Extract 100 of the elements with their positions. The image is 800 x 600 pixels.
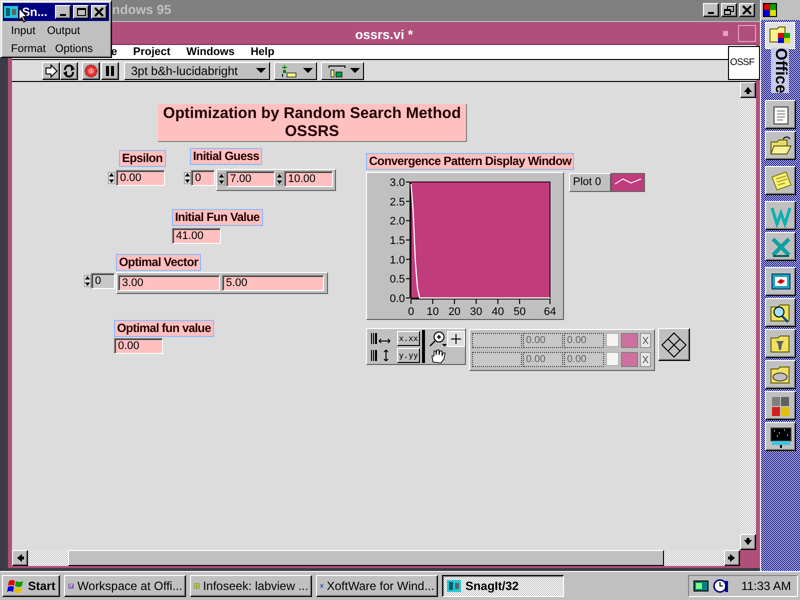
numeric-field[interactable]: 7.00 <box>226 171 275 187</box>
tick-label: 0 <box>408 306 414 318</box>
index-field[interactable]: 0 <box>191 170 215 186</box>
scroll-right-button[interactable] <box>724 550 740 566</box>
legend-label: Plot 0 <box>569 173 611 192</box>
minimize-icon <box>708 12 714 14</box>
cursor-move-button[interactable] <box>658 328 690 361</box>
folder-disk-button[interactable] <box>765 360 796 389</box>
index-field[interactable]: 0 <box>91 273 115 289</box>
sticky-note-icon <box>768 168 792 192</box>
tick-label: 40 <box>492 306 504 318</box>
menu-item[interactable]: Options <box>55 43 93 55</box>
control-label: Epsilon <box>119 150 166 167</box>
x-format-button[interactable]: x.xx <box>397 331 420 346</box>
clock-icon[interactable] <box>713 578 730 594</box>
close-icon <box>93 7 105 17</box>
menu-item[interactable]: Help <box>250 46 274 58</box>
minimize-button[interactable] <box>55 5 71 19</box>
run-continuously-button[interactable] <box>60 62 78 80</box>
menu-item[interactable]: Input <box>11 25 36 37</box>
zoom-button[interactable] <box>428 331 448 347</box>
app-icon <box>446 578 462 594</box>
abort-button[interactable] <box>82 62 100 80</box>
legend-swatch <box>611 173 645 192</box>
caret-icon <box>303 68 313 73</box>
tick-label: 2.0 <box>390 216 405 228</box>
monitor-icon[interactable] <box>693 578 710 594</box>
tick-label: 1.5 <box>390 235 405 247</box>
folder-icon <box>769 24 791 44</box>
taskbar-button[interactable]: Infoseek: labview ... <box>190 575 312 597</box>
cursor-x-field: 0.00 <box>523 333 563 348</box>
open-folder-button[interactable] <box>765 131 796 160</box>
tab[interactable]: OSSF <box>728 46 760 80</box>
arrow-icon <box>16 554 24 562</box>
search-folder-button[interactable] <box>765 298 796 327</box>
cursor-name-field[interactable] <box>472 333 522 348</box>
window-title: ndows 95 <box>112 2 172 17</box>
dos-button[interactable] <box>765 391 796 420</box>
open-folder-icon <box>768 134 792 158</box>
distribute-dropdown[interactable] <box>321 62 364 80</box>
taskbar-button[interactable]: XoftWare for Wind... <box>316 575 438 597</box>
office-folder-button[interactable] <box>765 22 795 49</box>
cursor-y-field: 0.00 <box>564 352 604 367</box>
scroll-down-button[interactable] <box>740 534 756 550</box>
cursor-lock-toggle[interactable] <box>640 333 651 348</box>
menu-item[interactable]: Output <box>47 25 80 37</box>
increment-arrows <box>218 173 225 185</box>
sticky-note-button[interactable] <box>765 166 796 195</box>
close-button[interactable] <box>739 3 755 17</box>
window-title: ossrs.vi * <box>355 26 413 42</box>
cursor-style-swatch[interactable] <box>606 352 619 366</box>
cursor-color-swatch[interactable] <box>621 333 638 348</box>
align-icon <box>281 64 297 78</box>
y-format-button[interactable]: y.yy <box>397 348 420 363</box>
maximize-button[interactable] <box>73 5 89 19</box>
tick-label: 10 <box>426 306 439 318</box>
menu-item[interactable]: Windows <box>186 46 235 58</box>
close-button[interactable] <box>91 5 107 19</box>
run-button[interactable] <box>42 62 60 80</box>
monitor-button[interactable] <box>765 422 796 451</box>
cross-app-button[interactable] <box>765 232 796 261</box>
cursor-x-field: 0.00 <box>523 352 563 367</box>
document-button[interactable] <box>765 100 796 129</box>
run-continuously-icon <box>62 64 76 78</box>
zigzag-app-button[interactable] <box>765 201 796 230</box>
menu-item[interactable]: Format <box>11 43 46 55</box>
cursor-lock-toggle[interactable] <box>640 352 651 367</box>
control-label: Optimal fun value <box>114 320 214 337</box>
align-dropdown[interactable] <box>274 62 317 80</box>
taskbar-button[interactable]: Workspace at Offi... <box>64 575 186 597</box>
cursor-style-swatch[interactable] <box>606 333 619 347</box>
scroll-left-button[interactable] <box>12 550 28 566</box>
toolbar-title: Office <box>771 48 789 94</box>
cursor-color-swatch[interactable] <box>621 352 638 367</box>
caret-icon <box>350 68 360 73</box>
cursor-name-field[interactable] <box>472 352 522 367</box>
numeric-field[interactable]: 0.00 <box>116 170 165 186</box>
tick-label: 1.0 <box>390 254 405 266</box>
maximize-icon <box>75 7 87 17</box>
slide-button[interactable] <box>765 267 796 296</box>
numeric-field[interactable]: 10.00 <box>284 171 333 187</box>
font-dropdown[interactable]: 3pt b&h-lucidabright <box>124 62 270 80</box>
pause-button[interactable] <box>101 62 119 80</box>
menu-item[interactable]: Project <box>133 46 170 58</box>
increment-arrows <box>276 173 283 185</box>
abort-icon <box>84 64 98 78</box>
x-scale-button[interactable] <box>370 331 392 346</box>
monitor-icon <box>768 424 792 448</box>
folder-tools-button[interactable] <box>765 329 796 358</box>
tick-label: 0.5 <box>390 274 405 286</box>
taskbar-button[interactable]: SnagIt/32 <box>442 575 564 597</box>
start-button[interactable]: Start <box>2 575 60 597</box>
scroll-thumb[interactable] <box>68 550 664 566</box>
minimize-button[interactable] <box>703 3 719 17</box>
office-menu-icon[interactable] <box>763 3 777 17</box>
distribute-icon <box>328 64 346 78</box>
scroll-up-button[interactable] <box>740 82 756 98</box>
cross-app-icon <box>768 234 792 258</box>
restore-button[interactable] <box>721 3 737 17</box>
crosshair-button[interactable] <box>447 331 465 347</box>
